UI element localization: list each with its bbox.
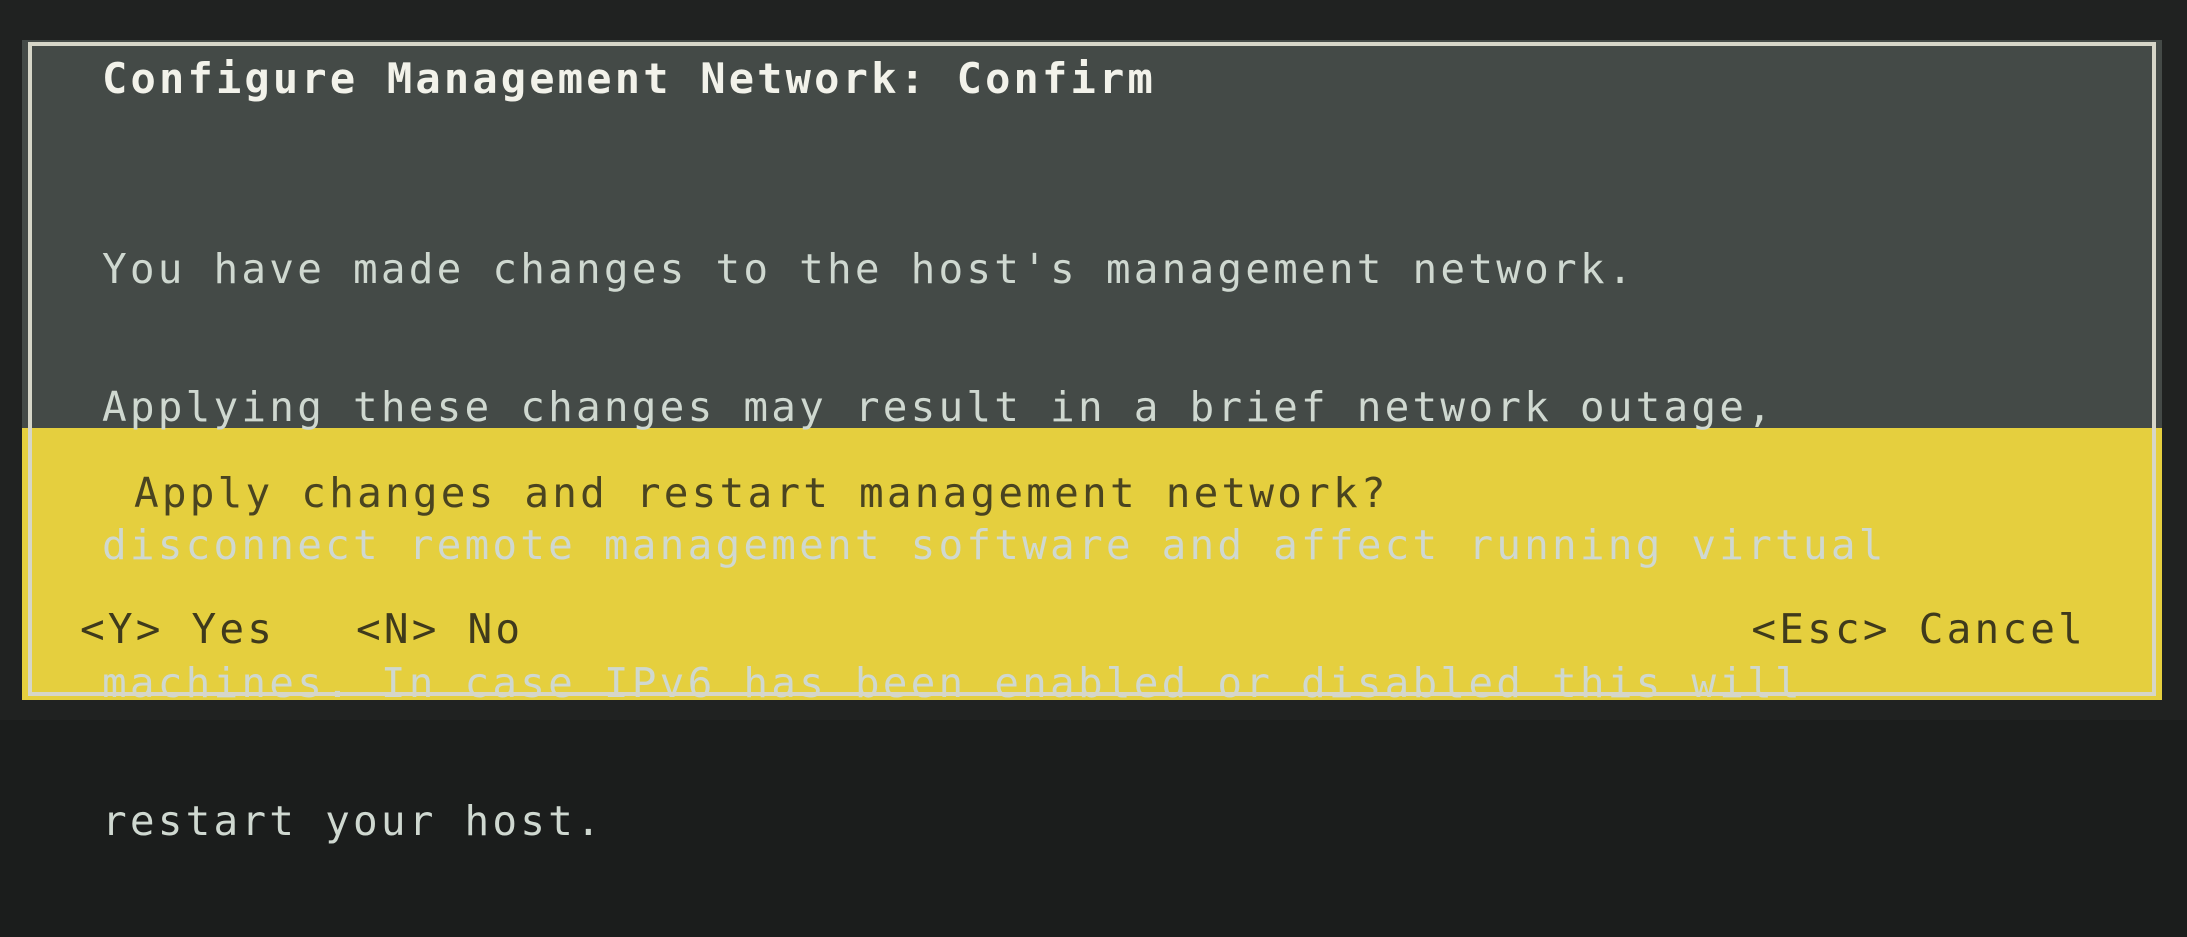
dialog-title: Configure Management Network: Confirm [102,54,1156,103]
console-screen: Configure Management Network: Confirm Yo… [0,0,2187,844]
cancel-button[interactable]: <Esc> Cancel [1751,606,2086,652]
no-button[interactable]: <N> No [356,606,523,652]
confirm-question: Apply changes and restart management net… [134,469,1389,517]
dialog-message: You have made changes to the host's mana… [102,154,1887,936]
message-line: machines. In case IPv6 has been enabled … [102,659,1803,707]
confirm-dialog: Configure Management Network: Confirm Yo… [22,40,2162,844]
message-line: You have made changes to the host's mana… [102,245,1636,293]
dialog-header-panel: Configure Management Network: Confirm Yo… [22,40,2162,844]
message-line: restart your host. [102,797,604,845]
message-line: disconnect remote management software an… [102,521,1887,569]
yes-button[interactable]: <Y> Yes [80,606,275,652]
message-line: Applying these changes may result in a b… [102,383,1776,431]
